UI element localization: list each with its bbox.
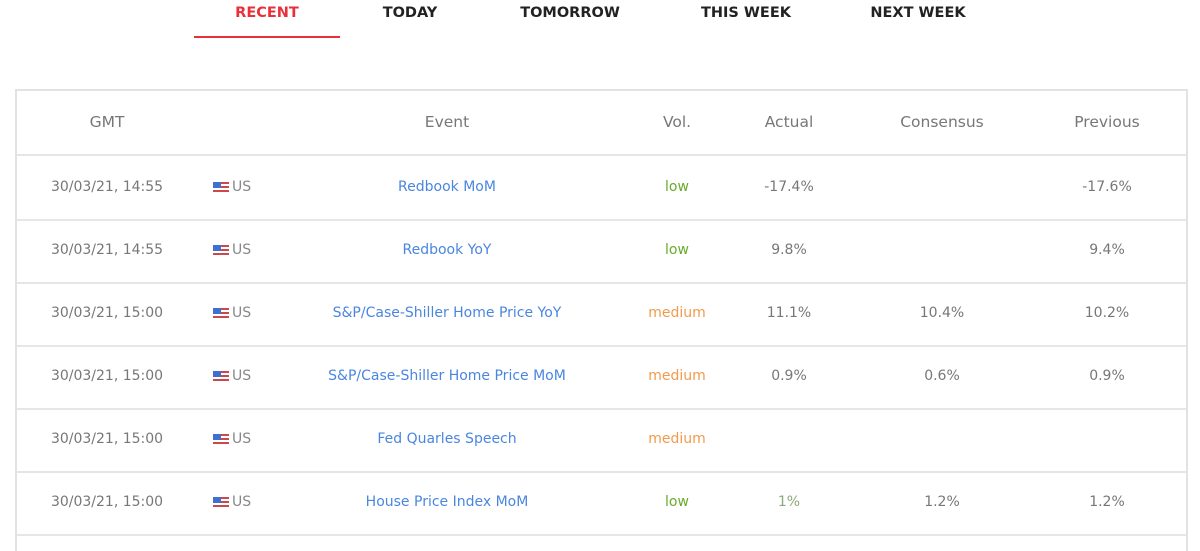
volatility-cell: low (665, 242, 689, 258)
actual-cell: 1% (777, 494, 801, 510)
us-flag-icon (213, 182, 229, 192)
event-cell: S&P/Case-Shiller Home Price YoY (287, 282, 607, 345)
country-code: US (232, 368, 252, 384)
us-flag-icon (213, 308, 229, 318)
time-cell: 30/03/21, 15:00 (50, 494, 164, 510)
event-link[interactable]: House Price Index MoM (366, 494, 529, 510)
time-cell: 30/03/21, 14:55 (50, 179, 164, 195)
actual-cell: 0.9% (771, 368, 807, 384)
volatility-cell: medium (648, 431, 706, 447)
event-link[interactable]: Redbook YoY (403, 242, 492, 258)
actual-cell (739, 408, 839, 471)
table-row: 30/03/21, 15:00 US S&P/Case-Shiller Home P… (17, 345, 1186, 410)
header-event: Event (424, 113, 470, 131)
tab-recent[interactable]: RECENT (194, 5, 340, 21)
country-cell: US (213, 282, 273, 345)
country-cell: US (213, 471, 273, 534)
country-code: US (232, 494, 252, 510)
actual-cell: 11.1% (766, 305, 812, 321)
header-consensus: Consensus (900, 113, 984, 131)
event-cell: Redbook MoM (287, 156, 607, 219)
us-flag-icon (213, 245, 229, 255)
consensus-cell (892, 156, 992, 219)
period-tabs: RECENT TODAY TOMORROW THIS WEEK NEXT WEE… (0, 0, 1200, 40)
event-link[interactable]: S&P/Case-Shiller Home Price YoY (333, 305, 562, 321)
header-vol: Vol. (662, 113, 692, 131)
time-cell: 30/03/21, 14:55 (50, 242, 164, 258)
country-code: US (232, 179, 252, 195)
previous-cell (1057, 408, 1157, 471)
event-link[interactable]: Redbook MoM (398, 179, 496, 195)
previous-cell: 0.9% (1089, 368, 1125, 384)
actual-cell: -17.4% (764, 179, 814, 195)
event-cell: Fed Quarles Speech (287, 408, 607, 471)
country-code: US (232, 305, 252, 321)
time-cell: 30/03/21, 15:00 (50, 305, 164, 321)
volatility-cell: low (665, 494, 689, 510)
table-row: 30/03/21, 15:00 US House Price Index MoM lo… (17, 471, 1186, 536)
volatility-cell: low (665, 179, 689, 195)
us-flag-icon (213, 434, 229, 444)
table-row: 30/03/21, 14:55 US Redbook MoM low -17.4% -17… (17, 156, 1186, 221)
table-row: 30/03/21, 15:00 US Fed Quarles Speech mediu… (17, 408, 1186, 473)
time-cell: 30/03/21, 15:00 (50, 368, 164, 384)
country-code: US (232, 242, 252, 258)
event-cell: House Price Index MoM (287, 471, 607, 534)
header-actual: Actual (764, 113, 814, 131)
us-flag-icon (213, 497, 229, 507)
tab-this-week[interactable]: THIS WEEK (690, 5, 802, 21)
tab-next-week[interactable]: NEXT WEEK (858, 5, 978, 21)
previous-cell: 1.2% (1089, 494, 1125, 510)
time-cell: 30/03/21, 15:00 (50, 431, 164, 447)
us-flag-icon (213, 371, 229, 381)
table-row: 30/03/21, 14:55 US Redbook YoY low 9.8% 9.4% (17, 219, 1186, 284)
volatility-cell: medium (648, 368, 706, 384)
consensus-cell: 1.2% (924, 494, 960, 510)
header-previous: Previous (1074, 113, 1140, 131)
previous-cell: 10.2% (1084, 305, 1130, 321)
consensus-cell (892, 219, 992, 282)
tab-tomorrow[interactable]: TOMORROW (510, 5, 630, 21)
previous-cell: -17.6% (1082, 179, 1132, 195)
consensus-cell (892, 408, 992, 471)
consensus-cell: 0.6% (924, 368, 960, 384)
economic-calendar-table: GMT Event Vol. Actual Consensus Previous… (15, 89, 1188, 551)
tab-today[interactable]: TODAY (365, 5, 455, 21)
event-link[interactable]: S&P/Case-Shiller Home Price MoM (328, 368, 566, 384)
previous-cell: 9.4% (1089, 242, 1125, 258)
event-cell: S&P/Case-Shiller Home Price MoM (287, 345, 607, 408)
consensus-cell: 10.4% (919, 305, 965, 321)
actual-cell: 9.8% (771, 242, 807, 258)
country-cell: US (213, 219, 273, 282)
event-cell: Redbook YoY (287, 219, 607, 282)
country-code: US (232, 431, 252, 447)
active-tab-indicator (194, 36, 340, 38)
country-cell: US (213, 156, 273, 219)
header-gmt: GMT (89, 113, 125, 131)
table-row: 30/03/21, 15:00 US S&P/Case-Shiller Home P… (17, 282, 1186, 347)
event-link[interactable]: Fed Quarles Speech (377, 431, 516, 447)
country-cell: US (213, 408, 273, 471)
country-cell: US (213, 345, 273, 408)
table-header-row: GMT Event Vol. Actual Consensus Previous (17, 91, 1186, 156)
volatility-cell: medium (648, 305, 706, 321)
